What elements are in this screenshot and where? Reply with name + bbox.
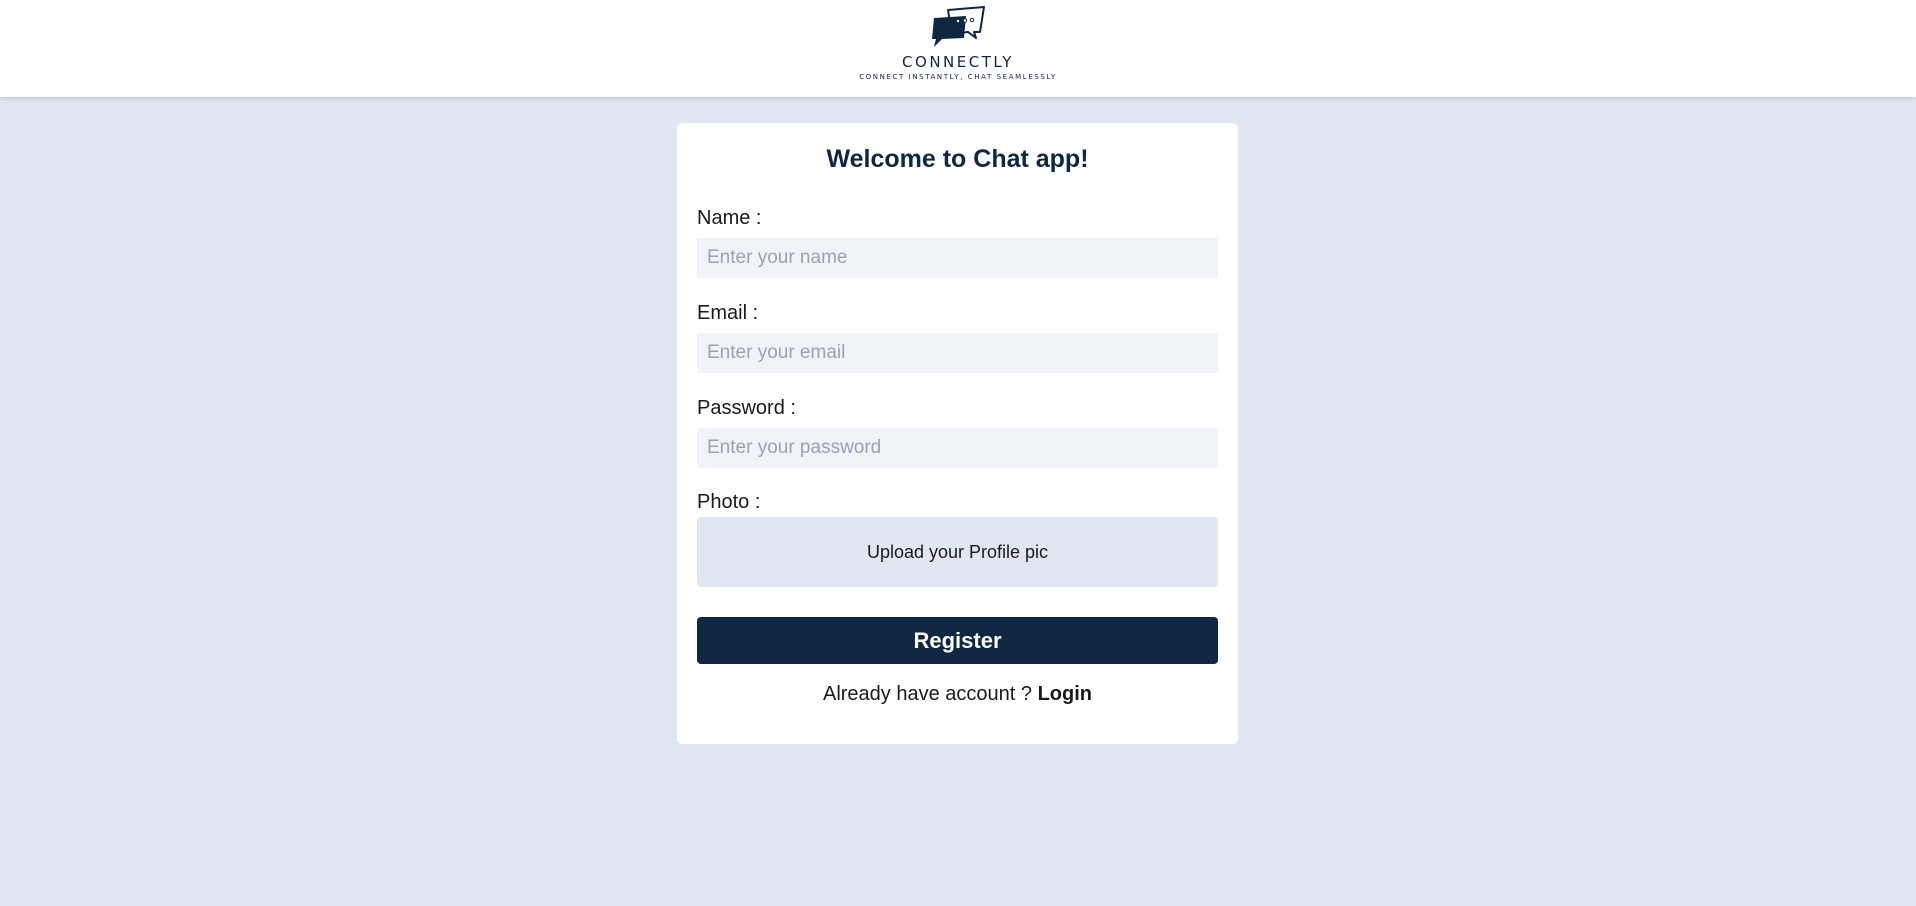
- chat-bubbles-icon: [930, 6, 986, 48]
- login-prompt-text: Already have account ?: [822, 683, 1033, 705]
- login-link[interactable]: Login: [1038, 683, 1092, 705]
- password-label: Password :: [697, 397, 796, 419]
- brand-name: CONNECTLY: [902, 53, 1014, 71]
- brand-logo[interactable]: CONNECTLY CONNECT INSTANTLY, CHAT SEAMLE…: [859, 0, 1057, 97]
- photo-upload-button[interactable]: Upload your Profile pic: [697, 517, 1218, 587]
- password-input[interactable]: [697, 428, 1218, 468]
- name-label: Name :: [697, 207, 762, 229]
- brand-tagline: CONNECT INSTANTLY, CHAT SEAMLESSLY: [859, 73, 1057, 81]
- register-button[interactable]: Register: [697, 617, 1218, 664]
- upload-label: Upload your Profile pic: [866, 541, 1049, 562]
- login-prompt-row: Already have account ? Login: [677, 683, 1238, 706]
- register-card: Welcome to Chat app! Name : Email : Pass…: [677, 123, 1238, 744]
- email-label: Email :: [697, 302, 759, 324]
- photo-label: Photo :: [697, 491, 761, 513]
- name-input[interactable]: [697, 238, 1218, 278]
- page-title: Welcome to Chat app!: [826, 145, 1089, 173]
- top-header: CONNECTLY CONNECT INSTANTLY, CHAT SEAMLE…: [0, 0, 1916, 97]
- email-input[interactable]: [697, 333, 1218, 373]
